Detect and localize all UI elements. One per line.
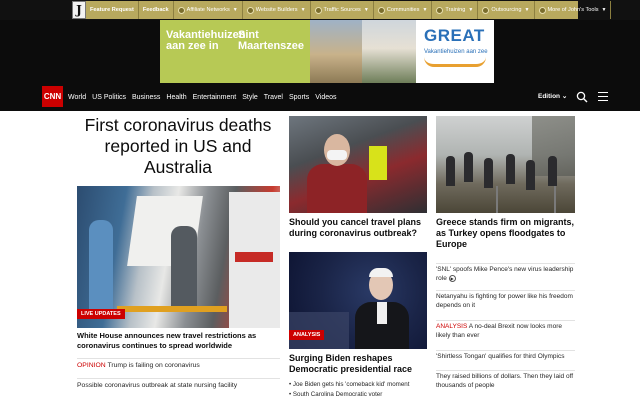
nav-link-health[interactable]: Health	[166, 94, 186, 101]
bullet-link[interactable]: • Joe Biden gets his 'comeback kid' mome…	[289, 381, 429, 389]
ad-text-right: Sint Maartenszee	[238, 29, 305, 52]
menu-circle-icon	[377, 6, 385, 14]
feature-request-button[interactable]: Feature Request	[86, 1, 139, 19]
story-headline-biden[interactable]: Surging Biden reshapes Democratic presid…	[289, 353, 429, 375]
related-link[interactable]: OPINION Trump is failing on coronavirus	[77, 358, 280, 370]
toolbar-strip: Feature Request Feedback Affiliate Netwo…	[86, 1, 612, 19]
lead-caption[interactable]: White House announces new travel restric…	[77, 331, 280, 350]
chevron-down-icon: ▼	[422, 7, 428, 13]
story-photo-travel[interactable]	[289, 116, 427, 213]
advertisement-banner[interactable]: Vakantiehuizen aan zee in Sint Maartenszee…	[160, 20, 494, 83]
menu-circle-icon	[482, 6, 490, 14]
lead-headline[interactable]: First coronavirus deaths reported in US …	[78, 115, 278, 178]
more-tools-dropdown[interactable]: More of John's Tools ▼	[535, 1, 612, 19]
search-icon[interactable]	[576, 91, 588, 103]
play-icon: ▶	[448, 274, 456, 282]
edition-selector[interactable]: Edition ⌄	[538, 92, 567, 100]
website-builders-dropdown[interactable]: Website Builders ▼	[243, 1, 311, 19]
wave-icon	[424, 57, 486, 67]
extension-toolbar: J Feature Request Feedback Affiliate Net…	[0, 0, 640, 20]
traffic-sources-dropdown[interactable]: Traffic Sources ▼	[311, 1, 374, 19]
affiliate-networks-dropdown[interactable]: Affiliate Networks ▼	[174, 1, 243, 19]
side-link[interactable]: 'SNL' spoofs Mike Pence's new virus lead…	[436, 263, 575, 284]
live-updates-badge: LIVE UPDATES	[77, 309, 125, 319]
story-headline-greece[interactable]: Greece stands firm on migrants, as Turke…	[436, 217, 576, 250]
side-link[interactable]: 'Shirtless Tongan' qualifies for third O…	[436, 350, 575, 362]
menu-circle-icon	[538, 6, 546, 14]
nav-link-us-politics[interactable]: US Politics	[92, 94, 126, 101]
nav-link-travel[interactable]: Travel	[264, 94, 283, 101]
story-headline-travel[interactable]: Should you cancel travel plans during co…	[289, 217, 429, 239]
bullet-link[interactable]: • South Carolina Democratic voter	[289, 391, 429, 399]
ad-photo-beach	[362, 20, 416, 83]
nav-link-sports[interactable]: Sports	[289, 94, 309, 101]
chevron-down-icon: ▼	[524, 7, 530, 13]
homepage-content: First coronavirus deaths reported in US …	[0, 111, 640, 400]
cnn-logo[interactable]: CNN	[42, 86, 63, 107]
menu-circle-icon	[436, 6, 444, 14]
feedback-button[interactable]: Feedback	[139, 1, 174, 19]
related-link[interactable]: Possible coronavirus outbreak at state n…	[77, 378, 280, 390]
communities-dropdown[interactable]: Communities ▼	[374, 1, 433, 19]
nav-link-business[interactable]: Business	[132, 94, 160, 101]
chevron-down-icon: ▼	[601, 7, 607, 13]
nav-link-world[interactable]: World	[68, 94, 86, 101]
nav-link-entertainment[interactable]: Entertainment	[193, 94, 237, 101]
nav-link-videos[interactable]: Videos	[315, 94, 336, 101]
ad-text-panel: Vakantiehuizen aan zee in Sint Maartenszee	[160, 20, 310, 83]
menu-circle-icon	[246, 6, 254, 14]
ad-brand-logo: GREAT Vakantiehuizen aan zee	[416, 20, 494, 83]
toolbar-logo-icon[interactable]: J	[72, 1, 86, 19]
nav-links: World US Politics Business Health Entert…	[68, 83, 343, 111]
side-link[interactable]: ANALYSIS A no-deal Brexit now looks more…	[436, 320, 575, 341]
ad-photo-house	[310, 20, 362, 83]
outsourcing-dropdown[interactable]: Outsourcing ▼	[478, 1, 535, 19]
chevron-down-icon: ▼	[300, 7, 306, 13]
chevron-down-icon: ▼	[232, 7, 238, 13]
lead-photo[interactable]	[77, 186, 280, 328]
nav-link-style[interactable]: Style	[242, 94, 258, 101]
chevron-down-icon: ▼	[468, 7, 474, 13]
ad-band: Vakantiehuizen aan zee in Sint Maartenszee…	[0, 20, 640, 83]
chevron-down-icon: ⌄	[561, 93, 568, 100]
training-dropdown[interactable]: Training ▼	[432, 1, 479, 19]
site-nav: CNN World US Politics Business Health En…	[0, 83, 640, 111]
menu-circle-icon	[314, 6, 322, 14]
side-link[interactable]: They raised billions of dollars. Then th…	[436, 370, 575, 391]
hamburger-menu-icon[interactable]	[598, 92, 608, 102]
chevron-down-icon: ▼	[363, 7, 369, 13]
side-link[interactable]: Netanyahu is fighting for power like his…	[436, 290, 575, 311]
menu-circle-icon	[177, 6, 185, 14]
ad-text-left: Vakantiehuizen aan zee in	[166, 29, 246, 52]
story-photo-greece[interactable]	[436, 116, 575, 213]
analysis-badge: ANALYSIS	[289, 330, 325, 340]
